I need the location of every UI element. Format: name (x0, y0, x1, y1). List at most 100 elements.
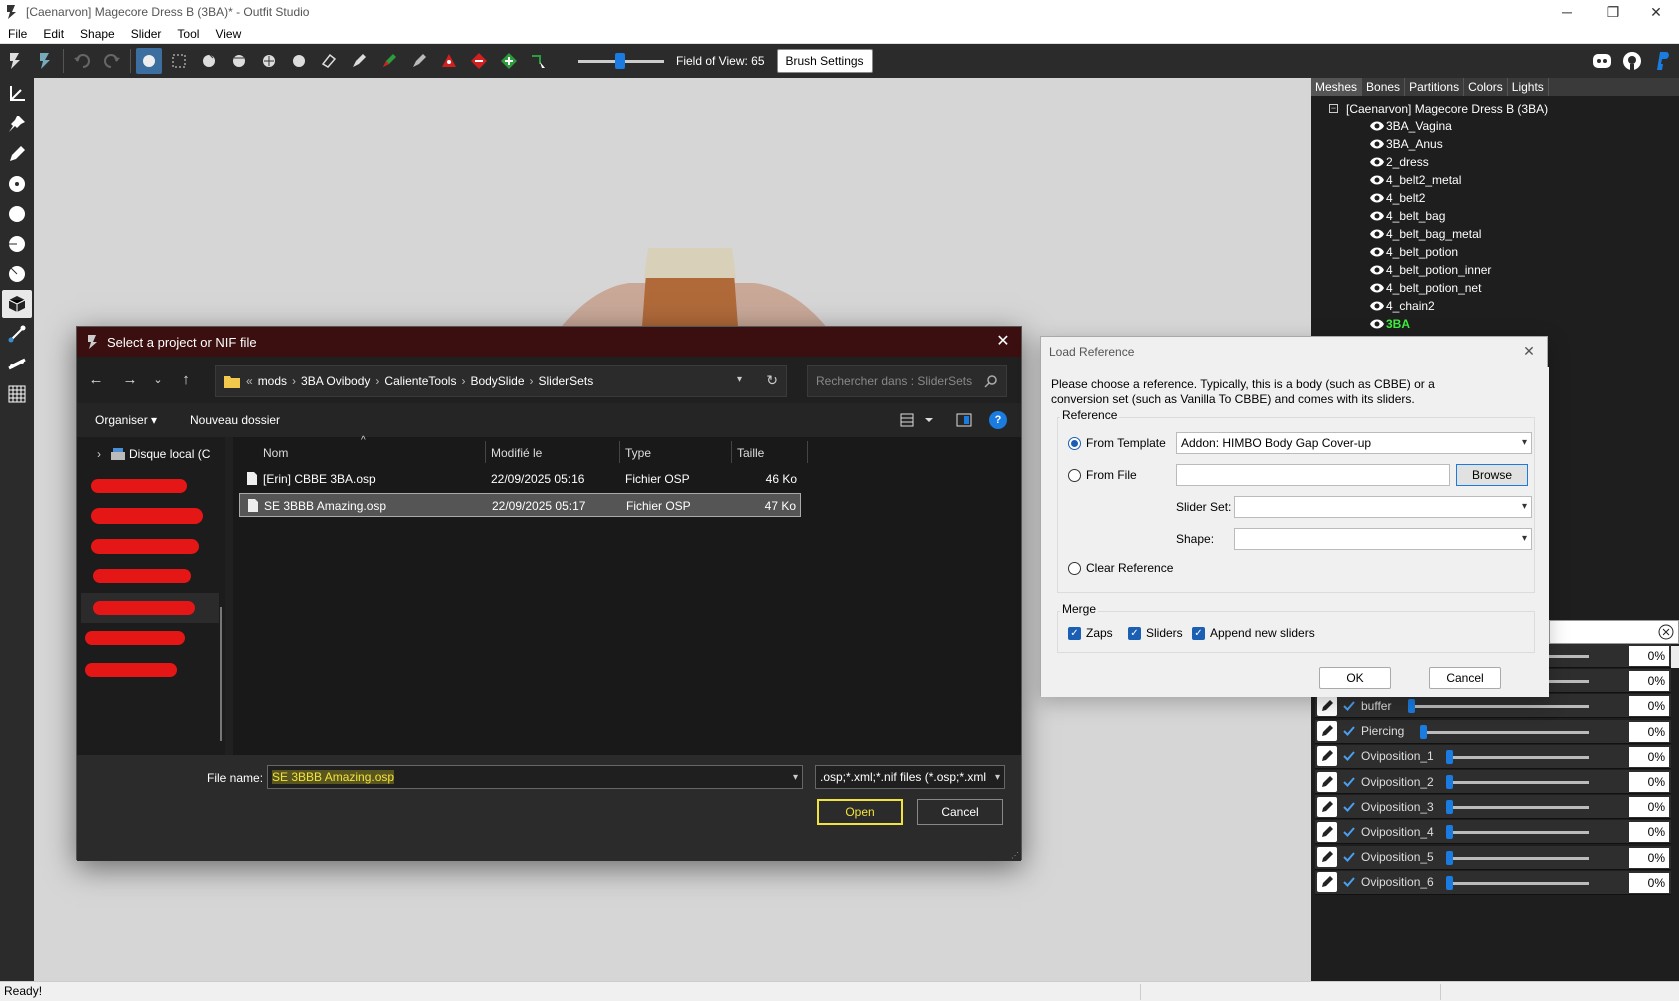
menu-file[interactable]: File (0, 27, 35, 41)
mesh-item[interactable]: 4_belt_bag (1317, 207, 1669, 225)
slider-value[interactable]: 0% (1629, 671, 1669, 692)
alpha-brush-button[interactable] (406, 48, 432, 74)
column-type[interactable]: Type (625, 446, 651, 460)
eye-icon[interactable] (1369, 192, 1385, 204)
segment-tool-button[interactable] (2, 350, 32, 378)
help-icon[interactable]: ? (989, 411, 1007, 429)
chevron-right-icon[interactable]: › (97, 447, 101, 461)
github-button[interactable] (1619, 48, 1645, 74)
transform-tool-button[interactable] (2, 80, 32, 108)
mask-brush-button[interactable] (166, 48, 192, 74)
undiff-brush-button[interactable] (316, 48, 342, 74)
checkmark-icon[interactable] (1343, 851, 1355, 863)
column-name[interactable]: Nom (263, 446, 288, 460)
radio-unchecked[interactable] (1068, 468, 1081, 482)
forward-button[interactable]: → (119, 369, 141, 391)
file-path-input[interactable] (1176, 464, 1450, 486)
edit-slider-button[interactable] (1317, 872, 1337, 893)
mesh-item[interactable]: 3BA (1317, 315, 1669, 333)
tab-colors[interactable]: Colors (1464, 78, 1508, 96)
checkmark-icon[interactable]: ✓ (1068, 626, 1081, 640)
ok-button[interactable]: OK (1319, 667, 1391, 689)
slider-thumb[interactable] (1408, 699, 1415, 714)
load-reference-close-button[interactable]: ✕ (1519, 341, 1539, 361)
select-mode-button[interactable] (2, 48, 28, 74)
bone-tool-button[interactable] (2, 320, 32, 348)
brush-small-button[interactable] (2, 170, 32, 198)
mesh-item[interactable]: 2_dress (1317, 153, 1669, 171)
slider-value[interactable]: 0% (1629, 772, 1669, 792)
nav-pane-scrollbar[interactable] (220, 607, 222, 741)
slider-track[interactable] (1446, 881, 1589, 885)
mesh-item[interactable]: 4_belt2_metal (1317, 171, 1669, 189)
checkmark-icon[interactable] (1343, 700, 1355, 712)
smooth-brush-button[interactable] (286, 48, 312, 74)
view-options-icon[interactable] (899, 411, 937, 429)
checkmark-icon[interactable] (1343, 750, 1355, 762)
cancel-button[interactable]: Cancel (917, 799, 1003, 825)
checkmark-icon[interactable] (1343, 801, 1355, 813)
slider-thumb[interactable] (1446, 875, 1453, 890)
eye-icon[interactable] (1369, 282, 1385, 294)
weight-brush-button[interactable] (346, 48, 372, 74)
shape-select[interactable]: ▾ (1234, 528, 1532, 550)
browse-button[interactable]: Browse (1456, 464, 1528, 486)
refresh-icon[interactable]: ↻ (766, 372, 778, 389)
slider-thumb[interactable] (1446, 775, 1453, 789)
brush-edge-button[interactable] (2, 260, 32, 288)
mesh-item[interactable]: 4_chain2 (1317, 297, 1669, 315)
eye-icon[interactable] (1369, 120, 1385, 132)
eye-icon[interactable] (1369, 318, 1385, 330)
breadcrumb-3ba-ovibody[interactable]: 3BA Ovibody (301, 374, 370, 388)
mesh-item[interactable]: 3BA_Vagina (1317, 117, 1669, 135)
slider-track[interactable] (1446, 755, 1589, 759)
file-row[interactable]: [Erin] CBBE 3BA.osp 22/09/2025 05:16 Fichi… (239, 467, 801, 491)
radio-unchecked[interactable] (1068, 561, 1081, 575)
field-of-view-slider[interactable] (578, 51, 664, 71)
menu-slider[interactable]: Slider (123, 27, 170, 41)
move-vertex-button[interactable] (526, 48, 552, 74)
file-row[interactable]: SE 3BBB Amazing.osp 22/09/2025 05:17 Fichi… (239, 493, 801, 517)
menu-edit[interactable]: Edit (35, 27, 72, 41)
slider-value[interactable]: 0% (1629, 646, 1669, 666)
brush-sphere-button[interactable] (2, 200, 32, 228)
mesh-item[interactable]: 4_belt_potion (1317, 243, 1669, 261)
mesh-item[interactable]: 4_belt_potion_net (1317, 279, 1669, 297)
from-file-radio[interactable]: From File (1068, 468, 1137, 482)
eye-icon[interactable] (1369, 264, 1385, 276)
fov-thumb[interactable] (615, 53, 625, 69)
slider-thumb[interactable] (1446, 800, 1453, 815)
checkmark-icon[interactable] (1343, 826, 1355, 838)
column-modified[interactable]: Modifié le (491, 446, 542, 460)
resize-grip-icon[interactable]: ⋰ (1011, 851, 1019, 860)
tab-meshes[interactable]: Meshes (1311, 78, 1363, 96)
edit-slider-button[interactable] (1317, 695, 1337, 716)
slider-track[interactable] (1446, 806, 1589, 810)
column-separator[interactable] (731, 441, 732, 463)
slider-track[interactable] (1446, 856, 1589, 860)
column-separator[interactable] (485, 441, 486, 463)
eye-icon[interactable] (1369, 174, 1385, 186)
pivot-tool-button[interactable] (2, 110, 32, 138)
edit-slider-button[interactable] (1317, 746, 1337, 767)
eye-icon[interactable] (1369, 228, 1385, 240)
file-type-select[interactable]: .osp;*.xml;*.nif files (*.osp;*.xml ▾ (815, 765, 1005, 789)
mesh-item[interactable]: 4_belt_bag_metal (1317, 225, 1669, 243)
checkmark-icon[interactable] (1343, 876, 1355, 888)
edit-slider-button[interactable] (1317, 847, 1337, 868)
eye-icon[interactable] (1369, 138, 1385, 150)
tree-root[interactable]: − [Caenarvon] Magecore Dress B (3BA) (1317, 100, 1669, 117)
tab-bones[interactable]: Bones (1362, 78, 1406, 96)
slider-value[interactable]: 0% (1629, 696, 1669, 717)
slider-set-select[interactable]: ▾ (1234, 496, 1532, 518)
close-button[interactable]: ✕ (1633, 0, 1679, 24)
deflate-brush-button[interactable] (226, 48, 252, 74)
slider-thumb[interactable] (1446, 850, 1453, 865)
back-button[interactable]: ← (85, 369, 107, 391)
slider-value[interactable]: 0% (1629, 872, 1669, 893)
organise-button[interactable]: Organiser ▾ (95, 413, 157, 427)
up-button[interactable]: ↑ (175, 369, 197, 391)
clear-reference-radio[interactable]: Clear Reference (1068, 561, 1173, 575)
slider-track[interactable] (1408, 705, 1589, 709)
move-brush-button[interactable] (256, 48, 282, 74)
